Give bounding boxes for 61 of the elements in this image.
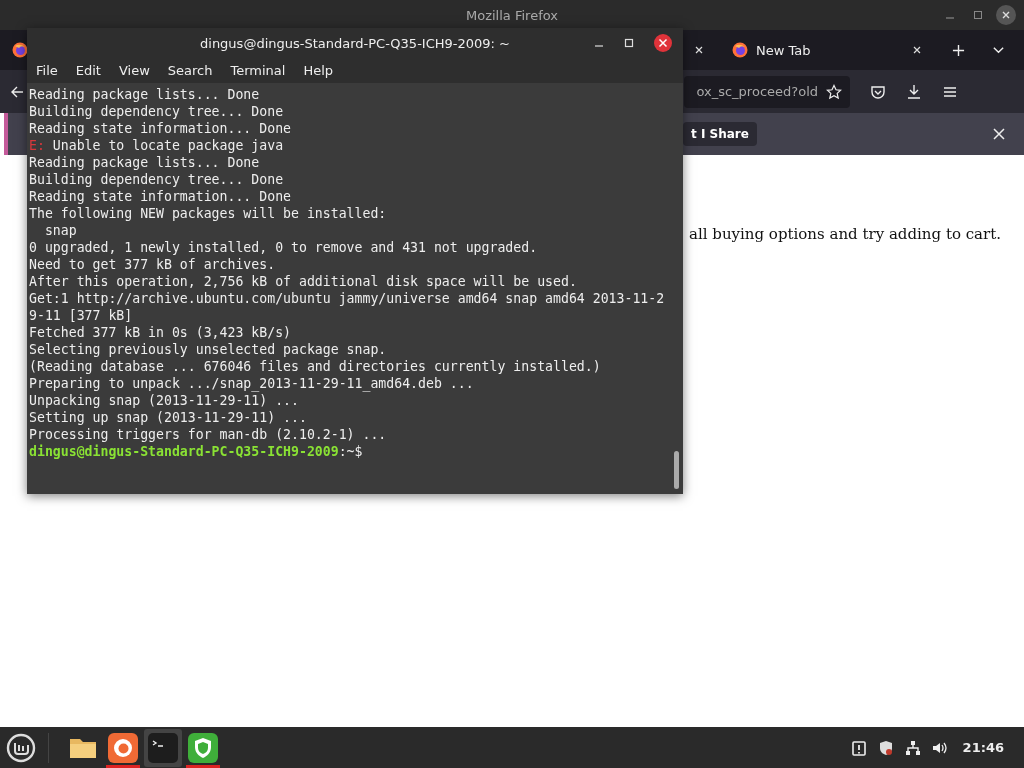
maximize-button[interactable]: [624, 38, 634, 48]
output-line: Reading package lists... Done: [29, 154, 261, 171]
output-line: Reading state information... Done: [29, 120, 292, 137]
output-line: Reading state information... Done: [29, 188, 292, 205]
page-text: all buying options and try adding to cart.: [689, 225, 1002, 243]
output-line: Unpacking snap (2013-11-29-11) ...: [29, 392, 300, 409]
output-line: After this operation, 2,756 kB of additional disk space will be used.: [29, 273, 578, 290]
close-button[interactable]: [654, 34, 672, 52]
terminal-icon: [148, 732, 178, 763]
new-tab-icon[interactable]: [952, 43, 965, 57]
menu-item[interactable]: Search: [167, 63, 213, 78]
network-icon[interactable]: [904, 739, 921, 756]
output-line: Reading package lists... Done: [29, 86, 261, 103]
output-line: Setting up snap (2013-11-29-11) ...: [29, 409, 308, 426]
output-line: 0 upgraded, 1 newly installed, 0 to remove and 431 not upgraded.: [29, 239, 539, 256]
menu-item[interactable]: File: [36, 63, 58, 78]
close-button[interactable]: [996, 5, 1016, 25]
window-title: dingus@dingus-Standard-PC-Q35-ICH9-2009: ~: [200, 35, 510, 51]
output-line: Building dependency tree... Done: [29, 171, 285, 188]
close-icon[interactable]: [1001, 10, 1011, 20]
browser-tab[interactable]: New Tab: [722, 34, 932, 66]
output-line: Preparing to unpack .../snap_2013-11-29-11_amd64.deb ...: [29, 375, 475, 392]
maximize-icon[interactable]: [973, 10, 983, 20]
output-line: snap: [43, 222, 78, 239]
back-arrow-icon[interactable]: [10, 84, 24, 99]
download-icon[interactable]: [906, 83, 922, 100]
pocket-icon[interactable]: [870, 83, 886, 100]
menu-item[interactable]: Help: [303, 63, 334, 78]
menu-item[interactable]: Terminal: [230, 63, 286, 78]
clipboard-icon[interactable]: [850, 739, 867, 756]
share-button[interactable]: t I Share: [683, 122, 757, 146]
close-icon[interactable]: [694, 45, 704, 55]
menu-item[interactable]: Edit: [75, 63, 101, 78]
menu-item[interactable]: View: [118, 63, 150, 78]
command-prompt: dingus@dingus-Standard-PC-Q35-ICH9-2009:~$: [29, 443, 364, 460]
output-line: 9-11 [377 kB]: [29, 307, 134, 324]
output-line: Fetched 377 kB in 0s (3,423 kB/s): [29, 324, 292, 341]
firefox-icon: [108, 732, 138, 763]
tab-title: New Tab: [756, 42, 811, 58]
output-line: Need to get 377 kB of archives.: [29, 256, 277, 273]
scrollbar[interactable]: [674, 451, 679, 489]
close-icon[interactable]: [992, 127, 1006, 141]
firefox-icon: [732, 42, 748, 58]
clock: 21:46: [962, 740, 1004, 755]
close-icon[interactable]: [912, 45, 922, 55]
error-line: E: Unable to locate package java: [29, 137, 285, 154]
output-line: (Reading database ... 676046 files and directories currently installed.): [29, 358, 602, 375]
output-line: Selecting previously unselected package snap.: [29, 341, 388, 358]
window-title: Mozilla Firefox: [466, 7, 558, 23]
star-icon[interactable]: [826, 83, 842, 100]
firefox-icon: [12, 42, 28, 58]
output-line: Processing triggers for man-db (2.10.2-1) ...: [29, 426, 388, 443]
shield-icon[interactable]: [877, 739, 894, 756]
running-indicator: [106, 764, 140, 768]
output-line: The following NEW packages will be installed:: [29, 205, 388, 222]
address-bar[interactable]: ox_sc_proceed?old: [684, 75, 850, 108]
output-line: Building dependency tree... Done: [29, 103, 285, 120]
menu-logo-icon[interactable]: [6, 732, 36, 763]
shield-icon: [188, 732, 218, 763]
output-line: Get:1 http://archive.ubuntu.com/ubuntu jammy/universe amd64 snap amd64 2013-11-2: [29, 290, 665, 307]
running-indicator: [186, 764, 220, 768]
